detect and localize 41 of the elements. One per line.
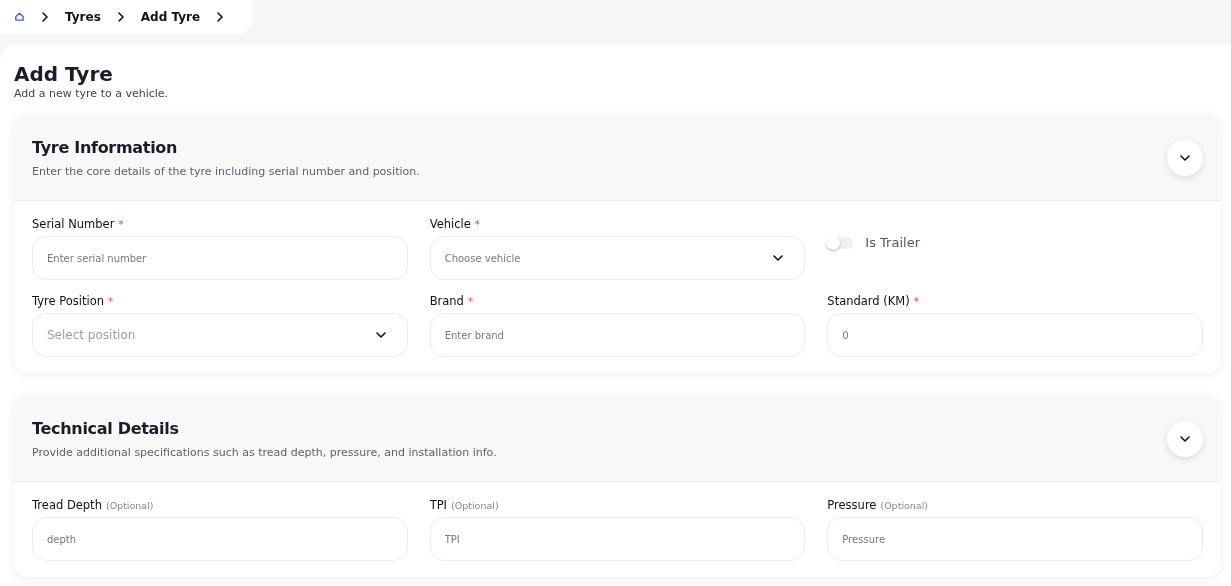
section-description: Enter the core details of the tyre including serial number and position. [32,165,420,178]
breadcrumb-link[interactable]: Add Tyre [140,9,201,24]
field-label: Brand [429,294,464,308]
field-label: Pressure [827,498,877,512]
field-label: Vehicle [429,217,471,231]
required-asterisk: * [118,219,124,230]
select-field[interactable]: Choose vehicle [429,236,806,280]
collapse-button[interactable] [1167,140,1203,176]
field-label: TPI [429,498,447,512]
chevron-down-icon [1179,152,1191,164]
required-asterisk: * [467,296,473,307]
field-label: Standard (KM) [827,294,910,308]
section-title: Tyre Information [32,138,179,157]
required-asterisk: * [474,219,480,230]
optional-note: (Optional) [451,500,499,511]
field-label: Tread Depth [32,498,102,512]
field-label: Serial Number [32,217,115,231]
chevron-right-icon [39,10,51,23]
section-description: Provide additional specifications such as tread depth, pressure, and installation info. [32,446,497,459]
breadcrumb-link[interactable]: Tyres [65,9,101,24]
required-asterisk: * [108,296,114,307]
section-title: Technical Details [32,419,180,438]
page-title: Add Tyre [14,61,114,87]
toggle-switch[interactable] [827,236,854,249]
page-subtitle: Add a new tyre to a vehicle. [14,87,170,100]
optional-note: (Optional) [105,500,154,511]
chevron-down-icon [1179,433,1191,445]
toggle-label: Is Trailer [865,235,920,250]
field-label: Tyre Position [32,294,105,308]
optional-note: (Optional) [880,500,929,511]
input-field[interactable]: 0 [827,313,1203,357]
input-field[interactable]: Enter brand [429,313,806,357]
input-field[interactable]: Enter serial number [32,236,408,280]
input-field[interactable]: Pressure [827,517,1203,561]
required-asterisk: * [913,296,919,307]
chevron-down-icon [772,252,785,264]
input-field[interactable]: depth [32,517,408,561]
home-icon[interactable] [14,11,25,22]
collapse-button[interactable] [1167,421,1203,457]
input-field[interactable]: TPI [429,517,806,561]
chevron-down-icon [374,329,387,341]
